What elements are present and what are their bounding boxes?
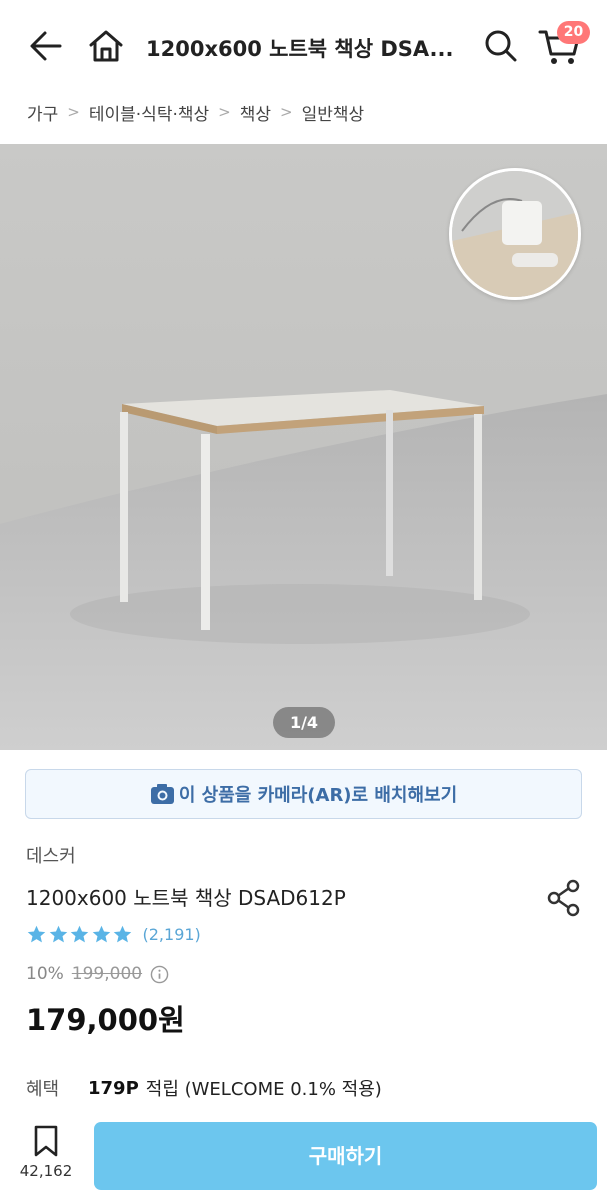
chevron-right-icon: > [280,103,293,121]
bookmark-count: 42,162 [19,1162,73,1180]
home-icon [89,30,123,62]
brand-name[interactable]: 데스커 [26,842,76,868]
chevron-right-icon: > [218,103,231,121]
top-header: 1200x600 노트북 책상 DSA... 20 [0,0,607,92]
breadcrumb-item-desks[interactable]: 책상 [240,100,271,125]
arrow-left-icon [30,31,62,61]
power-outlet-detail-image [452,171,578,297]
page-title: 1200x600 노트북 책상 DSA... [146,37,454,61]
benefit-label: 혜택 [26,1079,60,1100]
discount-row: 10% 199,000 [26,962,169,986]
benefit-row: 혜택 179P 적립 (WELCOME 0.1% 적용) [26,1075,382,1101]
info-icon[interactable] [150,965,169,984]
camera-icon [150,784,174,804]
sale-price: 179,000원 [26,1003,185,1037]
share-button[interactable] [544,878,584,918]
rating-row[interactable]: (2,191) [26,922,201,946]
ar-view-button[interactable]: 이 상품을 카메라(AR)로 배치해보기 [25,769,582,819]
chevron-right-icon: > [67,103,80,121]
review-count: (2,191) [142,924,201,944]
benefit-text: 적립 (WELCOME 0.1% 적용) [145,1079,382,1100]
discount-rate: 10% [26,964,64,984]
breadcrumb: 가구 > 테이블·식탁·책상 > 책상 > 일반책상 [27,98,364,126]
gallery-page-indicator: 1/4 [273,707,335,738]
search-button[interactable] [481,26,521,66]
search-icon [485,30,517,62]
bookmark-button[interactable]: 42,162 [14,1124,78,1190]
detail-thumbnail[interactable] [449,168,581,300]
cart-count-badge: 20 [557,21,590,44]
rating-stars [26,924,134,945]
star-icon [27,925,46,942]
buy-button[interactable]: 구매하기 [94,1122,597,1190]
breadcrumb-item-furniture[interactable]: 가구 [27,100,58,125]
star-icon [113,925,132,942]
breadcrumb-item-tables[interactable]: 테이블·식탁·책상 [89,100,209,125]
original-price: 199,000 [71,964,143,984]
home-button[interactable] [86,26,126,66]
star-icon [92,925,110,942]
star-icon [49,925,67,942]
benefit-points: 179P [88,1077,139,1099]
back-button[interactable] [26,26,66,66]
share-icon [547,879,580,917]
breadcrumb-item-general-desks[interactable]: 일반책상 [302,100,365,125]
star-icon [70,925,89,942]
ar-button-label: 이 상품을 카메라(AR)로 배치해보기 [178,785,458,806]
product-name: 1200x600 노트북 책상 DSAD612P [26,886,346,910]
bookmark-icon [34,1125,58,1157]
